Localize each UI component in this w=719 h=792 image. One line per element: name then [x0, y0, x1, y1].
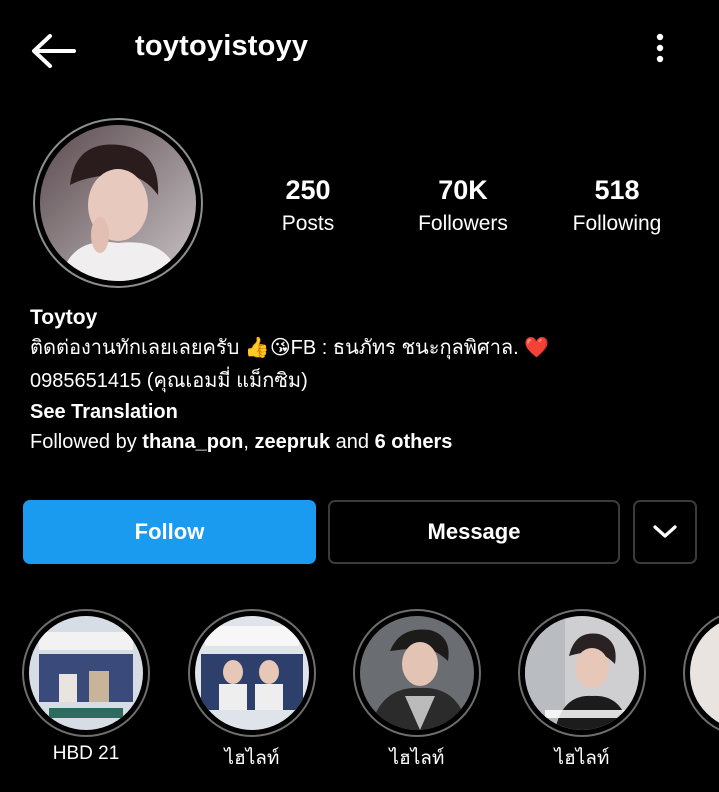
chevron-down-icon: [653, 525, 677, 538]
suggested-dropdown-button[interactable]: [633, 500, 697, 564]
followed-by-text[interactable]: Followed by thana_pon, zeepruk and 6 oth…: [30, 428, 452, 456]
profile-username: toytoyistoyy: [135, 30, 309, 62]
highlight-1[interactable]: [195, 616, 309, 730]
following-label: Following: [572, 212, 662, 235]
posts-label: Posts: [281, 212, 335, 235]
highlight-label: ไฮไลท์: [224, 748, 280, 769]
highlight-label: HBD 21: [52, 743, 120, 764]
followers-count: 70K: [438, 175, 488, 205]
followed-by-prefix: Followed by: [30, 431, 143, 453]
bio-line-2: 0985651415 (คุณเอมมี่ แม็กซิม): [30, 370, 308, 392]
avatar[interactable]: [40, 125, 196, 281]
bio-line-1: ติดต่องานทักเลยเลยครับ 👍😘FB : ธนภัทร ชนะ…: [30, 337, 550, 359]
see-translation-link[interactable]: See Translation: [30, 398, 178, 426]
highlight-3[interactable]: [525, 616, 639, 730]
highlight-2[interactable]: [360, 616, 474, 730]
stat-posts[interactable]: 250 Posts: [233, 174, 383, 239]
followed-separator: ,: [243, 431, 255, 453]
message-button[interactable]: Message: [328, 500, 620, 564]
highlight-label: ไฮไลท์: [389, 748, 445, 769]
highlight-hbd[interactable]: [29, 616, 143, 730]
follow-button[interactable]: Follow: [23, 500, 316, 564]
followed-user-link[interactable]: zeepruk: [255, 431, 331, 453]
arrow-left-icon[interactable]: [30, 34, 76, 68]
posts-count: 250: [285, 175, 331, 205]
followed-and: and: [330, 431, 375, 453]
followed-user-link[interactable]: thana_pon: [142, 431, 243, 453]
stat-followers[interactable]: 70K Followers: [388, 174, 538, 239]
following-count: 518: [594, 175, 640, 205]
stat-following[interactable]: 518 Following: [542, 174, 692, 239]
followed-others-link[interactable]: 6 others: [375, 431, 453, 453]
followers-label: Followers: [418, 212, 508, 235]
highlight-partial[interactable]: [683, 609, 719, 737]
highlight-label: ไฮไลท์: [554, 748, 610, 769]
more-vertical-icon[interactable]: [648, 33, 672, 65]
profile-display-name: Toytoy: [30, 306, 98, 329]
